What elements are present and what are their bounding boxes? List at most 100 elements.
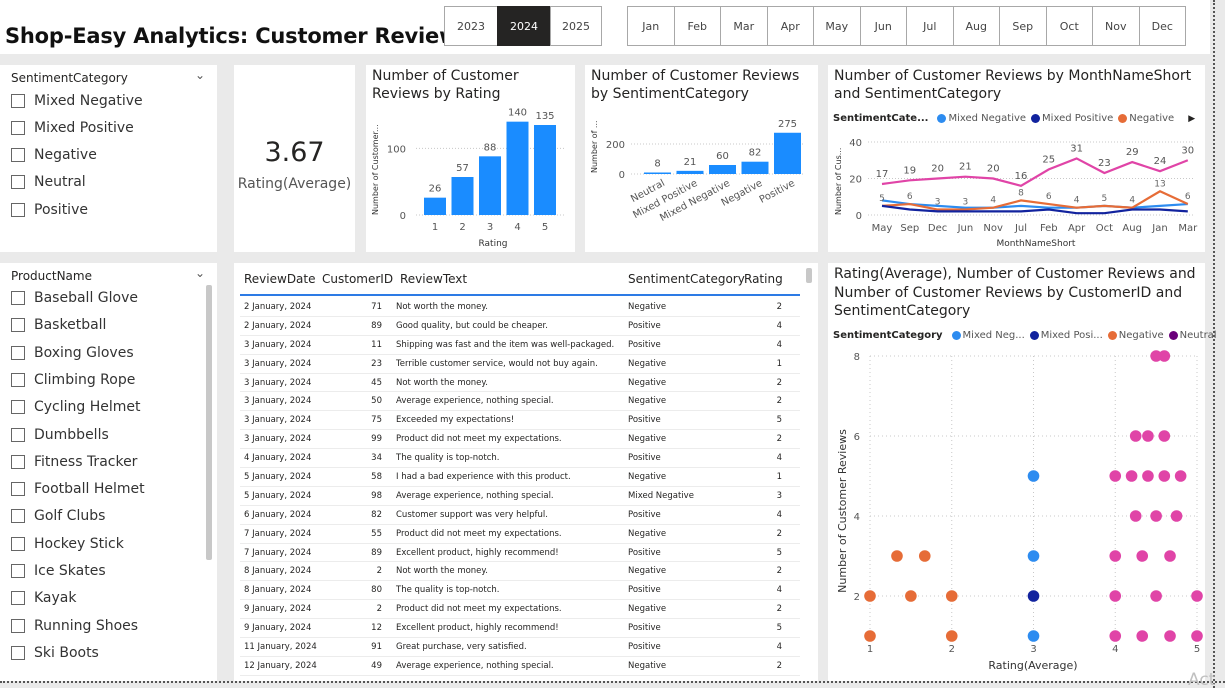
slicer-scrollbar[interactable] (206, 285, 212, 560)
slicer-item[interactable]: Boxing Gloves (11, 345, 134, 361)
checkbox-icon[interactable] (11, 482, 25, 497)
month-button-aug[interactable]: Aug (952, 6, 1000, 46)
checkbox-icon[interactable] (11, 427, 25, 442)
table-row[interactable]: 9 January, 2024 2 Product did not meet my … (240, 600, 800, 620)
slicer-item[interactable]: Baseball Glove (11, 290, 138, 306)
table-row[interactable]: 7 January, 2024 55 Product did not meet my… (240, 525, 800, 544)
data-label: 8 (1018, 188, 1024, 198)
column-header[interactable]: SentimentCategory (622, 272, 745, 286)
table-row[interactable]: 7 January, 2024 89 Excellent product, high… (240, 544, 800, 563)
column-header[interactable]: ReviewText (396, 272, 622, 286)
table-row[interactable]: 5 January, 2024 58 I had a bad experience … (240, 468, 800, 487)
column-header[interactable]: CustomerID (318, 272, 396, 286)
column-header[interactable]: Rating (738, 272, 783, 286)
table-row[interactable]: 5 January, 2024 98 Average experience, not… (240, 487, 800, 506)
checkbox-icon[interactable] (11, 645, 25, 660)
month-button-dec[interactable]: Dec (1138, 6, 1186, 46)
table-row[interactable]: 2 January, 2024 71 Not worth the money. Neg… (240, 298, 800, 317)
table-row[interactable]: 9 January, 2024 12 Excellent product, high… (240, 619, 800, 639)
month-button-jun[interactable]: Jun (859, 6, 907, 46)
checkbox-icon[interactable] (11, 400, 25, 415)
table-row[interactable]: 4 January, 2024 34 The quality is top-notc… (240, 449, 800, 469)
slicer-item[interactable]: Neutral (11, 174, 86, 190)
table-cell: 7 January, 2024 (244, 528, 312, 539)
scatter-point (1170, 510, 1183, 522)
slicer-item[interactable]: Hockey Stick (11, 536, 124, 552)
slicer-item[interactable]: Negative (11, 147, 97, 163)
table-row[interactable]: 3 January, 2024 99 Product did not meet my… (240, 430, 800, 450)
checkbox-icon[interactable] (11, 618, 25, 633)
table-row[interactable]: 12 January, 2024 49 Average experience, no… (240, 657, 800, 676)
slicer-item[interactable]: Football Helmet (11, 481, 145, 497)
table-row[interactable]: 3 January, 2024 23 Terrible customer servi… (240, 355, 800, 374)
table-row[interactable]: 3 January, 2024 45 Not worth the money. Neg… (240, 374, 800, 393)
slicer-item[interactable]: Basketball (11, 317, 106, 333)
checkbox-icon[interactable] (11, 291, 25, 305)
month-line-chart: Number of Customer Reviews by MonthNameS… (828, 65, 1205, 252)
checkbox-icon[interactable] (11, 345, 25, 360)
table-row[interactable]: 8 January, 2024 80 The quality is top-notc… (240, 581, 800, 601)
table-row[interactable]: 3 January, 2024 11 Shipping was fast and t… (240, 336, 800, 355)
slicer-item[interactable]: Kayak (11, 590, 77, 606)
slicer-item[interactable]: Ice Skates (11, 563, 106, 579)
checkbox-icon[interactable] (11, 121, 25, 135)
kpi-card: 3.67 Rating(Average) (234, 65, 355, 252)
year-button-2024[interactable]: 2024 (497, 6, 551, 46)
x-tick-label: 4 (1112, 644, 1118, 655)
slicer-item[interactable]: Cycling Helmet (11, 399, 141, 415)
checkbox-icon[interactable] (11, 536, 25, 551)
scatter-chart: Rating(Average), Number of Customer Revi… (828, 263, 1217, 681)
table-row[interactable]: 3 January, 2024 75 Exceeded my expectation… (240, 411, 800, 431)
table-scrollbar[interactable] (806, 268, 812, 283)
slicer-item[interactable]: Ski Boots (11, 645, 99, 661)
month-button-sep[interactable]: Sep (999, 6, 1047, 46)
checkbox-icon[interactable] (11, 372, 25, 387)
month-button-may[interactable]: May (813, 6, 861, 46)
month-button-oct[interactable]: Oct (1045, 6, 1093, 46)
table-row[interactable]: 3 January, 2024 50 Average experience, not… (240, 392, 800, 412)
x-tick-label: 2 (949, 644, 955, 655)
table-row[interactable]: 8 January, 2024 2 Not worth the money. Nega… (240, 562, 800, 582)
month-button-jul[interactable]: Jul (906, 6, 954, 46)
scatter-point (1109, 550, 1122, 562)
slicer-item[interactable]: Fitness Tracker (11, 454, 137, 470)
table-header: ReviewDate CustomerID ReviewText Sentime… (240, 263, 800, 296)
month-button-mar[interactable]: Mar (720, 6, 768, 46)
year-button-2025[interactable]: 2025 (550, 6, 602, 46)
y-axis-label: Number of ... (590, 120, 599, 173)
slicer-item[interactable]: Mixed Positive (11, 120, 134, 136)
bar (741, 161, 769, 174)
checkbox-icon[interactable] (11, 318, 25, 333)
slicer-item[interactable]: Dumbbells (11, 427, 109, 443)
checkbox-icon[interactable] (11, 564, 25, 578)
table-cell: 2 (376, 604, 382, 615)
table-row[interactable]: 2 January, 2024 89 Good quality, but could… (240, 317, 800, 336)
checkbox-icon[interactable] (11, 509, 25, 524)
year-button-2023[interactable]: 2023 (444, 6, 498, 46)
checkbox-icon[interactable] (11, 175, 25, 189)
month-button-nov[interactable]: Nov (1092, 6, 1140, 46)
table-cell: 6 January, 2024 (244, 509, 312, 520)
month-button-jan[interactable]: Jan (627, 6, 675, 46)
table-cell: 2 (776, 377, 782, 388)
checkbox-icon[interactable] (11, 148, 25, 162)
chevron-down-icon[interactable]: ⌄ (195, 266, 205, 280)
month-button-feb[interactable]: Feb (673, 6, 721, 46)
x-tick-label: 4 (514, 222, 520, 233)
checkbox-icon[interactable] (11, 203, 25, 217)
slicer-item[interactable]: Climbing Rope (11, 372, 135, 388)
data-label: 31 (1070, 143, 1083, 154)
slicer-item[interactable]: Running Shoes (11, 618, 138, 634)
table-row[interactable]: 6 January, 2024 82 Customer support was ve… (240, 506, 800, 525)
checkbox-icon[interactable] (11, 591, 25, 606)
table-cell: Negative (628, 434, 667, 445)
chevron-down-icon[interactable]: ⌄ (195, 68, 205, 82)
checkbox-icon[interactable] (11, 94, 25, 108)
slicer-item[interactable]: Mixed Negative (11, 93, 143, 109)
table-row[interactable]: 11 January, 2024 91 Great purchase, very s… (240, 638, 800, 657)
slicer-item[interactable]: Golf Clubs (11, 508, 105, 524)
column-header[interactable]: ReviewDate (240, 272, 318, 286)
checkbox-icon[interactable] (11, 454, 25, 469)
month-button-apr[interactable]: Apr (766, 6, 814, 46)
slicer-item[interactable]: Positive (11, 202, 88, 218)
